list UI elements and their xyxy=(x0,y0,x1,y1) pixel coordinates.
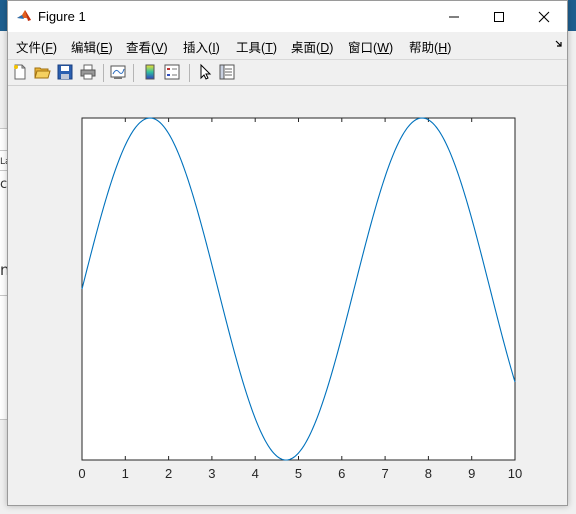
sine-plot[interactable]: 0 1 2 3 4 5 6 7 8 9 10 xyxy=(8,87,567,505)
minimize-button[interactable] xyxy=(431,1,477,32)
axes-box[interactable] xyxy=(81,117,516,461)
close-icon xyxy=(538,11,550,22)
new-figure-icon[interactable] xyxy=(11,63,29,81)
print-icon[interactable] xyxy=(79,63,97,81)
close-button[interactable] xyxy=(521,1,567,32)
x-tick-label: 4 xyxy=(252,466,259,481)
open-file-icon[interactable] xyxy=(33,63,51,81)
maximize-icon xyxy=(494,11,504,22)
save-icon[interactable] xyxy=(56,63,74,81)
menu-help[interactable]: 帮助(H) xyxy=(409,37,451,56)
figure-canvas[interactable]: 0 1 2 3 4 5 6 7 8 9 10 xyxy=(8,87,567,505)
x-tick-label: 6 xyxy=(338,466,345,481)
menu-edit[interactable]: 编辑(E) xyxy=(71,37,113,56)
colorbar-icon[interactable] xyxy=(141,63,159,81)
title-bar[interactable]: Figure 1 xyxy=(8,1,567,32)
menu-insert[interactable]: 插入(I) xyxy=(183,37,220,56)
figure-window: Figure 1 文件(F) 编辑(E) 查看(V) 插入(I) 工具(T) 桌… xyxy=(7,0,568,506)
menu-bar: 文件(F) 编辑(E) 查看(V) 插入(I) 工具(T) 桌面(D) 窗口(W… xyxy=(8,32,567,58)
x-tick-label: 5 xyxy=(295,466,302,481)
dock-arrow-icon[interactable] xyxy=(555,40,563,48)
x-tick-label: 8 xyxy=(425,466,432,481)
matlab-logo-icon xyxy=(17,10,31,21)
menu-window[interactable]: 窗口(W) xyxy=(348,37,393,56)
toolbar-separator xyxy=(133,64,134,82)
menu-view[interactable]: 查看(V) xyxy=(126,37,168,56)
x-tick-label: 0 xyxy=(78,466,85,481)
window-title: Figure 1 xyxy=(38,9,86,24)
minimize-icon xyxy=(449,16,459,17)
menu-tools[interactable]: 工具(T) xyxy=(236,37,277,56)
x-tick-label: 7 xyxy=(381,466,388,481)
maximize-button[interactable] xyxy=(476,1,522,32)
x-tick-label: 2 xyxy=(165,466,172,481)
x-tick-label: 9 xyxy=(468,466,475,481)
x-tick-label: 10 xyxy=(508,466,522,481)
toolbar-separator xyxy=(189,64,190,82)
legend-icon[interactable] xyxy=(163,63,181,81)
property-inspector-icon[interactable] xyxy=(218,63,236,81)
toolbar-separator xyxy=(103,64,104,82)
link-plot-icon[interactable] xyxy=(109,63,127,81)
edit-plot-arrow-icon[interactable] xyxy=(196,63,214,81)
menu-desktop[interactable]: 桌面(D) xyxy=(291,37,333,56)
menu-file[interactable]: 文件(F) xyxy=(16,37,57,56)
x-tick-label: 1 xyxy=(122,466,129,481)
x-tick-label: 3 xyxy=(208,466,215,481)
toolbar xyxy=(8,59,567,86)
